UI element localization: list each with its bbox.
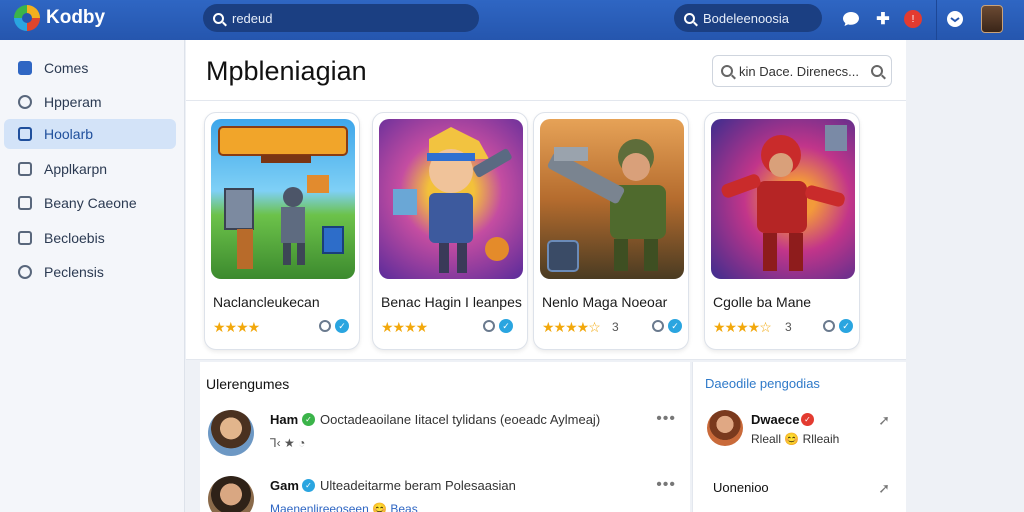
- chat-icon[interactable]: [840, 8, 862, 30]
- sidebar-item-applkarpn[interactable]: Applkarpn: [4, 154, 176, 184]
- sidebar-item-label: Hoolarb: [44, 126, 94, 142]
- game-card[interactable]: Cgolle ba Mane ★★★★☆ 3 ✓: [704, 112, 860, 350]
- side-panel-title[interactable]: Daeodile pengodias: [705, 376, 820, 391]
- search-icon: [684, 12, 695, 24]
- search-icon: [871, 65, 883, 77]
- search-icon: [213, 12, 224, 24]
- share-icon[interactable]: ➚: [878, 412, 890, 429]
- game-title: Cgolle ba Mane: [713, 294, 812, 310]
- verified-icon: ✓: [499, 319, 513, 333]
- entry-subtitle: Rleall 😊 Rlleaih: [751, 432, 840, 446]
- game-thumbnail: [540, 119, 684, 279]
- notification-badge: !: [904, 10, 922, 28]
- sidebar-item-hpperam[interactable]: Hpperam: [4, 87, 176, 117]
- secondary-search-input[interactable]: Bodeleenoosia: [674, 4, 822, 32]
- post-author[interactable]: Ham: [270, 412, 298, 427]
- secondary-search-value: Bodeleenoosia: [703, 10, 790, 26]
- top-bar: Kodby redeud Bodeleenoosia ✚ !: [0, 0, 1024, 40]
- post-text: Ulteadeitarme beram Polesaasian: [320, 478, 516, 493]
- chat-icon[interactable]: [483, 320, 495, 332]
- feed-post[interactable]: Ham ✓ Ooctadeaoilane Iitacel tylidans (e…: [208, 410, 688, 460]
- rating-count: 3: [785, 320, 792, 334]
- status-badge: ✓: [801, 413, 814, 426]
- app-logo[interactable]: Kodby: [14, 5, 105, 31]
- verified-icon: ✓: [839, 319, 853, 333]
- activity-feed: Ulerengumes Ham ✓ Ooctadeaoilane Iitacel…: [200, 362, 690, 512]
- sidebar-item-becloebis[interactable]: Becloebis: [4, 223, 176, 253]
- list-icon: [18, 196, 32, 210]
- game-card[interactable]: Nenlo Maga Noeoar ★★★★☆ 3 ✓: [533, 112, 689, 350]
- entry-name[interactable]: Dwaece: [751, 412, 799, 427]
- game-thumbnail: [379, 119, 523, 279]
- logo-icon: [14, 5, 40, 31]
- chat-icon[interactable]: [823, 320, 835, 332]
- square-icon: [18, 127, 32, 141]
- game-title: Naclancleukecan: [213, 294, 320, 310]
- post-meta: Ꞁ‹ ★ ◔: [270, 436, 306, 450]
- avatar[interactable]: [707, 410, 743, 446]
- sidebar-item-label: Peclensis: [44, 264, 104, 280]
- side-panel: Daeodile pengodias Dwaece ✓ Rleall 😊 Rll…: [692, 362, 906, 512]
- grid-icon: [18, 162, 32, 176]
- star-rating: ★★★★☆: [713, 319, 772, 335]
- post-meta: Maenenlireeoseen 😊 Beas: [270, 502, 418, 512]
- share-icon[interactable]: ➚: [878, 480, 890, 497]
- box-icon: [18, 231, 32, 245]
- gear-icon: [18, 265, 32, 279]
- notification-icon[interactable]: !: [902, 8, 924, 30]
- app-name: Kodby: [46, 7, 106, 28]
- plus-icon[interactable]: ✚: [872, 8, 894, 30]
- verified-icon: ✓: [302, 479, 315, 492]
- avatar[interactable]: [208, 476, 254, 512]
- rating-count: 3: [612, 320, 619, 334]
- sidebar-item-label: Applkarpn: [44, 161, 108, 177]
- post-author[interactable]: Gam: [270, 478, 299, 493]
- entry-name[interactable]: Uonenioo: [713, 480, 769, 495]
- sidebar-item-comes[interactable]: Comes: [4, 53, 176, 83]
- shield-icon: [18, 95, 32, 109]
- verified-icon: ✓: [335, 319, 349, 333]
- game-title: Benac Hagin I leanpes: [381, 294, 522, 310]
- star-rating: ★★★★: [213, 319, 260, 335]
- avatar[interactable]: [208, 410, 254, 456]
- global-search-value: redeud: [232, 10, 273, 26]
- verified-icon: ✓: [302, 413, 315, 426]
- game-thumbnail: [711, 119, 855, 279]
- checkbox-icon: [18, 61, 32, 75]
- search-icon: [721, 65, 733, 77]
- sidebar-item-peclensis[interactable]: Peclensis: [4, 257, 176, 287]
- divider: [186, 100, 906, 101]
- sidebar-item-label: Hpperam: [44, 94, 102, 110]
- sidebar-item-label: Beany Caeone: [44, 195, 137, 211]
- sidebar-item-label: Becloebis: [44, 230, 105, 246]
- star-rating: ★★★★☆: [542, 319, 601, 335]
- filter-placeholder: kin Dace. Direnecs...: [739, 63, 859, 79]
- sidebar-item-label: Comes: [44, 60, 89, 76]
- more-options-icon[interactable]: •••: [656, 410, 676, 428]
- global-search-input[interactable]: redeud: [203, 4, 479, 32]
- topbar-divider: [936, 0, 937, 40]
- page-title: Mpbleniagian: [206, 56, 367, 86]
- star-rating: ★★★★: [381, 319, 428, 335]
- sidebar: Comes Hpperam Hoolarb Applkarpn Beany Ca…: [0, 40, 185, 512]
- inbox-icon[interactable]: [944, 8, 966, 30]
- game-card[interactable]: Naclancleukecan ★★★★ ✓: [204, 112, 360, 350]
- post-text: Ooctadeaoilane Iitacel tylidans (eoeadc …: [320, 412, 601, 427]
- filter-search-input[interactable]: kin Dace. Direnecs...: [712, 55, 892, 87]
- game-thumbnail: [211, 119, 355, 279]
- game-card[interactable]: Benac Hagin I leanpes ★★★★ ✓: [372, 112, 528, 350]
- chat-icon[interactable]: [319, 320, 331, 332]
- sidebar-item-hoolarb[interactable]: Hoolarb: [4, 119, 176, 149]
- game-title: Nenlo Maga Noeoar: [542, 294, 668, 310]
- chat-icon[interactable]: [652, 320, 664, 332]
- feed-title: Ulerengumes: [206, 376, 290, 392]
- main-panel: Mpbleniagian kin Dace. Direnecs... Nacla…: [186, 40, 906, 360]
- more-options-icon[interactable]: •••: [656, 476, 676, 494]
- verified-icon: ✓: [668, 319, 682, 333]
- feed-post[interactable]: Gam ✓ Ulteadeitarme beram Polesaasian Ma…: [208, 476, 688, 512]
- sidebar-item-beany-caeone[interactable]: Beany Caeone: [4, 188, 176, 218]
- user-avatar[interactable]: [981, 5, 1003, 33]
